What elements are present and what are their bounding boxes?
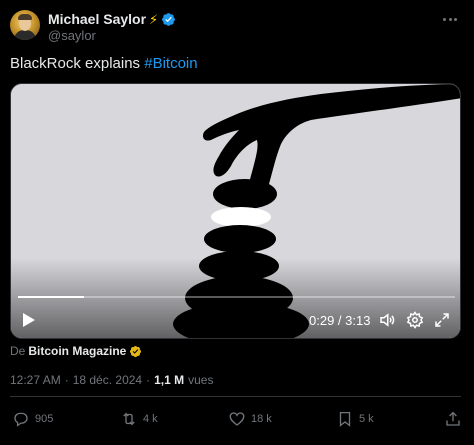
tweet: Michael Saylor ⚡ @saylor BlackRock expla… [0,0,474,445]
video-player[interactable]: 0:29 / 3:13 [10,83,461,339]
fullscreen-icon [435,313,449,327]
settings-button[interactable] [405,310,425,330]
tweet-date[interactable]: 18 déc. 2024 [73,373,142,387]
views-label: vues [188,373,214,387]
like-count: 18 k [251,413,272,425]
divider [10,396,461,397]
fullscreen-button[interactable] [432,310,452,330]
lightning-emoji: ⚡ [149,11,159,27]
more-options-button[interactable] [440,9,460,29]
hashtag-link[interactable]: #Bitcoin [144,55,197,72]
heart-icon [229,412,245,426]
video-time: 0:29 / 3:13 [309,313,371,328]
avatar-hair [18,14,32,20]
tweet-body: BlackRock explains [10,55,145,72]
bookmark-count: 5 k [359,413,374,425]
share-button[interactable] [444,410,462,428]
avatar[interactable] [10,10,40,40]
gold-verified-badge-icon [130,345,142,357]
volume-icon [380,313,395,327]
dot-icon [448,17,452,21]
repost-count: 4 k [143,413,158,425]
avatar-shoulders [14,30,36,40]
play-button[interactable] [19,310,39,330]
reply-icon [14,412,28,427]
play-icon [23,313,35,327]
video-progress-fill [18,296,84,298]
attribution-prefix: De [10,344,26,358]
author-handle[interactable]: @saylor [48,28,96,43]
tweet-text: BlackRock explains #Bitcoin [10,55,198,72]
author-display-name[interactable]: Michael Saylor [48,11,146,27]
video-attribution: De Bitcoin Magazine [10,344,142,358]
verified-badge-icon [162,12,176,26]
bookmark-button[interactable]: 5 k [336,410,374,428]
repost-icon [123,412,135,426]
tweet-meta: 12:27 AM · 18 déc. 2024 · 1,1 M vues [10,373,213,387]
views-count: 1,1 M [154,373,185,387]
reply-count: 905 [35,413,54,425]
share-icon [446,411,460,426]
bookmark-icon [339,411,351,427]
reply-button[interactable]: 905 [12,410,53,428]
volume-button[interactable] [377,310,397,330]
author-name-row[interactable]: Michael Saylor ⚡ [48,11,176,27]
video-progress-bar[interactable] [18,296,455,298]
meta-separator: · [146,373,151,387]
dot-icon [454,17,458,21]
tweet-time[interactable]: 12:27 AM [10,373,61,387]
repost-button[interactable]: 4 k [120,410,158,428]
settings-icon [406,311,424,329]
dot-icon [442,17,446,21]
meta-separator: · [64,373,69,387]
like-button[interactable]: 18 k [228,410,272,428]
attribution-source-link[interactable]: Bitcoin Magazine [28,344,126,358]
